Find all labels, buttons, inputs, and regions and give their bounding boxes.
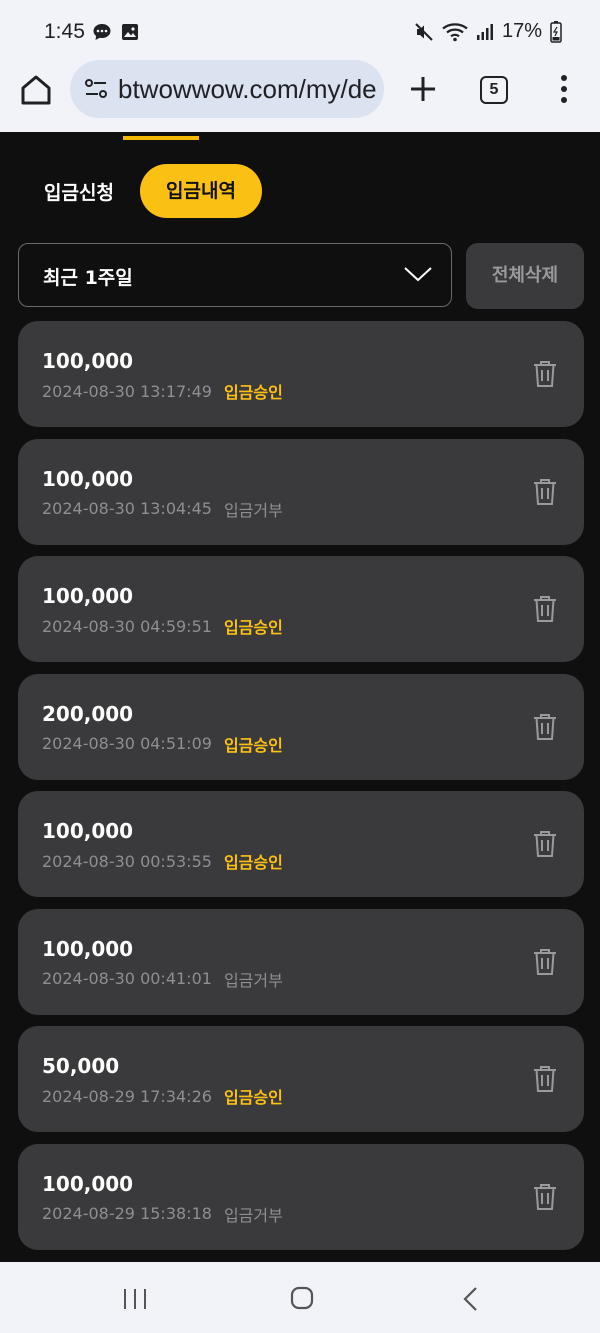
address-bar[interactable]: btwowwow.com/my/de [70,60,384,118]
deposit-datetime: 2024-08-30 00:53:55 [42,851,212,871]
chat-bubble-icon [93,24,111,40]
image-icon [122,24,138,40]
recent-apps-icon[interactable] [122,1288,148,1310]
deposit-meta: 2024-08-30 00:41:01 입금거부 [42,967,283,991]
deposit-record-card: 100,000 2024-08-30 00:53:55 입금승인 [18,791,584,897]
deposit-datetime: 2024-08-30 13:04:45 [42,499,212,518]
deposit-status: 입금승인 [223,618,283,637]
deposit-datetime: 2024-08-30 04:51:09 [42,734,212,753]
deposit-meta: 2024-08-30 00:53:55 입금승인 [42,849,283,873]
deposit-meta: 2024-08-29 17:34:26 입금승인 [42,1084,283,1108]
deposit-amount: 50,000 [42,1054,120,1078]
deposit-meta: 2024-08-30 04:51:09 입금승인 [42,732,283,756]
tab-indicator [123,136,199,140]
deposit-amount: 200,000 [42,701,134,726]
deposit-status: 입금승인 [223,853,283,872]
site-settings-icon[interactable] [84,78,108,100]
trash-icon[interactable] [532,947,558,977]
more-menu-icon[interactable] [556,72,572,106]
chevron-down-icon [404,267,432,282]
deposit-status: 입금승인 [223,735,283,755]
back-icon[interactable] [462,1286,480,1312]
deposit-record-card: 100,000 2024-08-29 15:38:18 입금거부 [18,1143,584,1250]
deposit-status: 입금거부 [223,1205,283,1225]
deposit-record-card: 100,000 2024-08-30 00:41:01 입금거부 [18,908,584,1015]
status-time: 1:45 [44,20,85,43]
battery-icon [550,20,562,43]
delete-all-button[interactable]: 전체삭제 [466,243,584,309]
period-selected-value: 최근 1주일 [43,267,133,289]
trash-icon[interactable] [532,594,558,624]
mute-icon [415,22,433,41]
tab-deposit-history[interactable]: 입금내역 [140,164,262,218]
deposit-datetime: 2024-08-29 17:34:26 [42,1086,212,1106]
deposit-amount: 100,000 [42,584,134,608]
new-tab-icon[interactable] [406,72,440,106]
browser-toolbar: btwowwow.com/my/de 5 [0,58,600,132]
deposit-amount: 100,000 [42,466,134,491]
deposit-datetime: 2024-08-30 04:59:51 [42,616,212,636]
system-nav-bar [0,1262,600,1333]
deposit-amount: 100,000 [42,936,134,961]
home-nav-icon[interactable] [290,1286,314,1310]
deposit-record-card: 100,000 2024-08-30 13:04:45 입금거부 [18,438,584,545]
url-text: btwowwow.com/my/de [118,74,377,104]
deposit-amount: 100,000 [42,1171,134,1196]
tab-deposit-apply[interactable]: 입금신청 [44,178,114,205]
deposit-status: 입금거부 [223,500,283,520]
deposit-amount: 100,000 [42,349,134,373]
trash-icon[interactable] [532,477,558,507]
trash-icon[interactable] [532,712,558,742]
deposit-meta: 2024-08-30 04:59:51 입금승인 [42,614,283,638]
deposit-amount: 100,000 [42,819,134,843]
deposit-record-card: 200,000 2024-08-30 04:51:09 입금승인 [18,673,584,780]
trash-icon[interactable] [532,1064,558,1094]
deposit-record-card: 50,000 2024-08-29 17:34:26 입금승인 [18,1026,584,1132]
trash-icon[interactable] [532,359,558,389]
signal-icon [476,23,493,40]
deposit-record-card: 100,000 2024-08-30 13:17:49 입금승인 [18,321,584,427]
deposit-meta: 2024-08-29 15:38:18 입금거부 [42,1202,283,1226]
deposit-meta: 2024-08-30 13:17:49 입금승인 [42,379,283,403]
home-icon[interactable] [18,72,54,108]
notification-icons [92,22,140,42]
deposit-status: 입금승인 [223,383,283,402]
wifi-icon [442,22,468,41]
period-select[interactable]: 최근 1주일 [18,243,452,307]
trash-icon[interactable] [532,829,558,859]
system-icons: 17% [414,20,562,43]
deposit-datetime: 2024-08-30 13:17:49 [42,381,212,401]
tab-switcher-button[interactable]: 5 [480,76,508,104]
deposit-record-card: 100,000 2024-08-30 04:59:51 입금승인 [18,556,584,662]
deposit-datetime: 2024-08-29 15:38:18 [42,1204,212,1223]
battery-percent: 17% [501,20,542,42]
trash-icon[interactable] [532,1182,558,1212]
deposit-status: 입금승인 [223,1088,283,1107]
deposit-page: 입금신청 입금내역 최근 1주일 전체삭제 100,000 2024-08-30… [0,132,600,1262]
deposit-meta: 2024-08-30 13:04:45 입금거부 [42,497,283,521]
deposit-status: 입금거부 [223,970,283,990]
deposit-datetime: 2024-08-30 00:41:01 [42,969,212,988]
